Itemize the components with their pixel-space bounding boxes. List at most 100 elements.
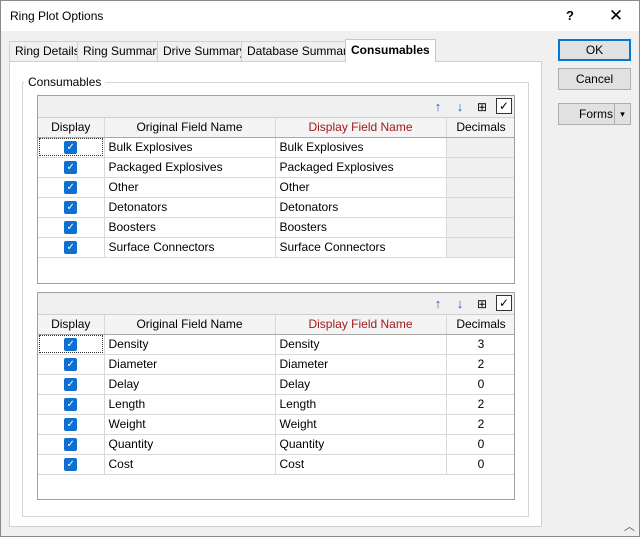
consumables-tab-panel: Consumables ↑ ↓ ⊞ ✓ Display Original Fie… — [9, 61, 542, 527]
move-up-icon[interactable]: ↑ — [429, 98, 447, 116]
display-field-name-cell[interactable]: Detonators — [275, 197, 447, 218]
decimals-cell[interactable] — [446, 237, 514, 258]
display-checkbox-cell[interactable]: ✓ — [38, 454, 105, 475]
display-column-header[interactable]: Display — [38, 118, 105, 138]
original-field-name-cell: Bulk Explosives — [104, 137, 276, 158]
select-all-checkbox[interactable]: ✓ — [496, 98, 512, 114]
cancel-button[interactable]: Cancel — [558, 68, 631, 90]
table-row[interactable]: ✓ Weight Weight 2 — [38, 414, 514, 435]
original-field-name-cell: Diameter — [104, 354, 276, 375]
display-checkbox[interactable]: ✓ — [64, 141, 78, 155]
insert-row-icon[interactable]: ⊞ — [473, 295, 491, 313]
table-row[interactable]: ✓ Cost Cost 0 — [38, 454, 514, 475]
display-checkbox[interactable]: ✓ — [64, 398, 78, 412]
table-row[interactable]: ✓ Density Density 3 — [38, 334, 514, 355]
table-header-row: Display Original Field Name Display Fiel… — [38, 315, 514, 335]
display-field-name-cell[interactable]: Quantity — [275, 434, 447, 455]
display-field-name-cell[interactable]: Weight — [275, 414, 447, 435]
forms-button[interactable]: Forms ▾ — [558, 103, 631, 125]
decimals-cell[interactable]: 2 — [446, 354, 514, 375]
move-down-icon[interactable]: ↓ — [451, 295, 469, 313]
display-field-name-cell[interactable]: Density — [275, 334, 447, 355]
table-row[interactable]: ✓ Length Length 2 — [38, 394, 514, 415]
display-checkbox-cell[interactable]: ✓ — [38, 374, 105, 395]
table-row[interactable]: ✓ Detonators Detonators — [38, 197, 514, 218]
display-field-name-cell[interactable]: Other — [275, 177, 447, 198]
original-field-name-cell: Detonators — [104, 197, 276, 218]
insert-row-icon[interactable]: ⊞ — [473, 98, 491, 116]
display-checkbox[interactable]: ✓ — [64, 161, 78, 175]
decimals-header[interactable]: Decimals — [446, 315, 514, 335]
display-field-name-cell[interactable]: Surface Connectors — [275, 237, 447, 258]
move-down-icon[interactable]: ↓ — [451, 98, 469, 116]
decimals-cell[interactable] — [446, 177, 514, 198]
display-checkbox-cell[interactable]: ✓ — [38, 354, 105, 375]
display-field-name-cell[interactable]: Delay — [275, 374, 447, 395]
display-field-name-header[interactable]: Display Field Name — [275, 118, 447, 138]
display-checkbox-cell[interactable]: ✓ — [38, 394, 105, 415]
display-checkbox[interactable]: ✓ — [64, 418, 78, 432]
forms-dropdown-icon[interactable]: ▾ — [614, 104, 630, 124]
display-field-name-cell[interactable]: Length — [275, 394, 447, 415]
display-checkbox-cell[interactable]: ✓ — [38, 157, 105, 178]
display-checkbox-cell[interactable]: ✓ — [38, 197, 105, 218]
table-row[interactable]: ✓ Bulk Explosives Bulk Explosives — [38, 137, 514, 158]
display-checkbox[interactable]: ✓ — [64, 338, 78, 352]
original-field-name-cell: Length — [104, 394, 276, 415]
tab-consumables[interactable]: Consumables — [345, 39, 436, 62]
display-checkbox-cell[interactable]: ✓ — [38, 217, 105, 238]
decimals-cell[interactable]: 2 — [446, 394, 514, 415]
table-row[interactable]: ✓ Quantity Quantity 0 — [38, 434, 514, 455]
table-row[interactable]: ✓ Packaged Explosives Packaged Explosives — [38, 157, 514, 178]
original-field-name-header[interactable]: Original Field Name — [104, 315, 276, 335]
display-field-name-cell[interactable]: Bulk Explosives — [275, 137, 447, 158]
display-field-name-header[interactable]: Display Field Name — [275, 315, 447, 335]
display-checkbox-cell[interactable]: ✓ — [38, 237, 105, 258]
decimals-cell[interactable] — [446, 137, 514, 158]
display-field-name-cell[interactable]: Packaged Explosives — [275, 157, 447, 178]
display-checkbox-cell[interactable]: ✓ — [38, 414, 105, 435]
display-checkbox[interactable]: ✓ — [64, 241, 78, 255]
decimals-cell[interactable] — [446, 157, 514, 178]
decimals-header[interactable]: Decimals — [446, 118, 514, 138]
display-checkbox-cell[interactable]: ✓ — [38, 434, 105, 455]
table-row[interactable]: ✓ Boosters Boosters — [38, 217, 514, 238]
original-field-name-header[interactable]: Original Field Name — [104, 118, 276, 138]
decimals-cell[interactable]: 0 — [446, 454, 514, 475]
display-column-header[interactable]: Display — [38, 315, 105, 335]
tab-database-summary[interactable]: Database Summary — [241, 41, 360, 61]
table-row[interactable]: ✓ Diameter Diameter 2 — [38, 354, 514, 375]
decimals-cell[interactable]: 0 — [446, 374, 514, 395]
display-field-name-cell[interactable]: Cost — [275, 454, 447, 475]
help-button[interactable]: ? — [547, 1, 593, 31]
table-row[interactable]: ✓ Other Other — [38, 177, 514, 198]
move-up-icon[interactable]: ↑ — [429, 295, 447, 313]
decimals-cell[interactable]: 0 — [446, 434, 514, 455]
tab-ring-summary[interactable]: Ring Summary — [77, 41, 169, 61]
table-row[interactable]: ✓ Surface Connectors Surface Connectors — [38, 237, 514, 258]
display-checkbox[interactable]: ✓ — [64, 458, 78, 472]
select-all-checkbox[interactable]: ✓ — [496, 295, 512, 311]
decimals-cell[interactable]: 3 — [446, 334, 514, 355]
decimals-cell[interactable] — [446, 197, 514, 218]
ok-button[interactable]: OK — [558, 39, 631, 61]
display-checkbox[interactable]: ✓ — [64, 201, 78, 215]
display-checkbox[interactable]: ✓ — [64, 378, 78, 392]
collapse-chevron-icon[interactable]: ︿ — [624, 518, 635, 534]
display-checkbox-cell[interactable]: ✓ — [38, 137, 105, 158]
display-checkbox-cell[interactable]: ✓ — [38, 334, 105, 355]
consumables-group-label: Consumables — [24, 75, 106, 89]
decimals-cell[interactable]: 2 — [446, 414, 514, 435]
display-checkbox[interactable]: ✓ — [64, 181, 78, 195]
close-icon[interactable]: ✕ — [593, 1, 639, 31]
table-row[interactable]: ✓ Delay Delay 0 — [38, 374, 514, 395]
display-checkbox-cell[interactable]: ✓ — [38, 177, 105, 198]
display-checkbox[interactable]: ✓ — [64, 358, 78, 372]
display-field-name-cell[interactable]: Boosters — [275, 217, 447, 238]
display-field-name-cell[interactable]: Diameter — [275, 354, 447, 375]
tab-drive-summary[interactable]: Drive Summary — [157, 41, 252, 61]
tab-ring-details[interactable]: Ring Details — [9, 41, 86, 61]
decimals-cell[interactable] — [446, 217, 514, 238]
display-checkbox[interactable]: ✓ — [64, 221, 78, 235]
display-checkbox[interactable]: ✓ — [64, 438, 78, 452]
